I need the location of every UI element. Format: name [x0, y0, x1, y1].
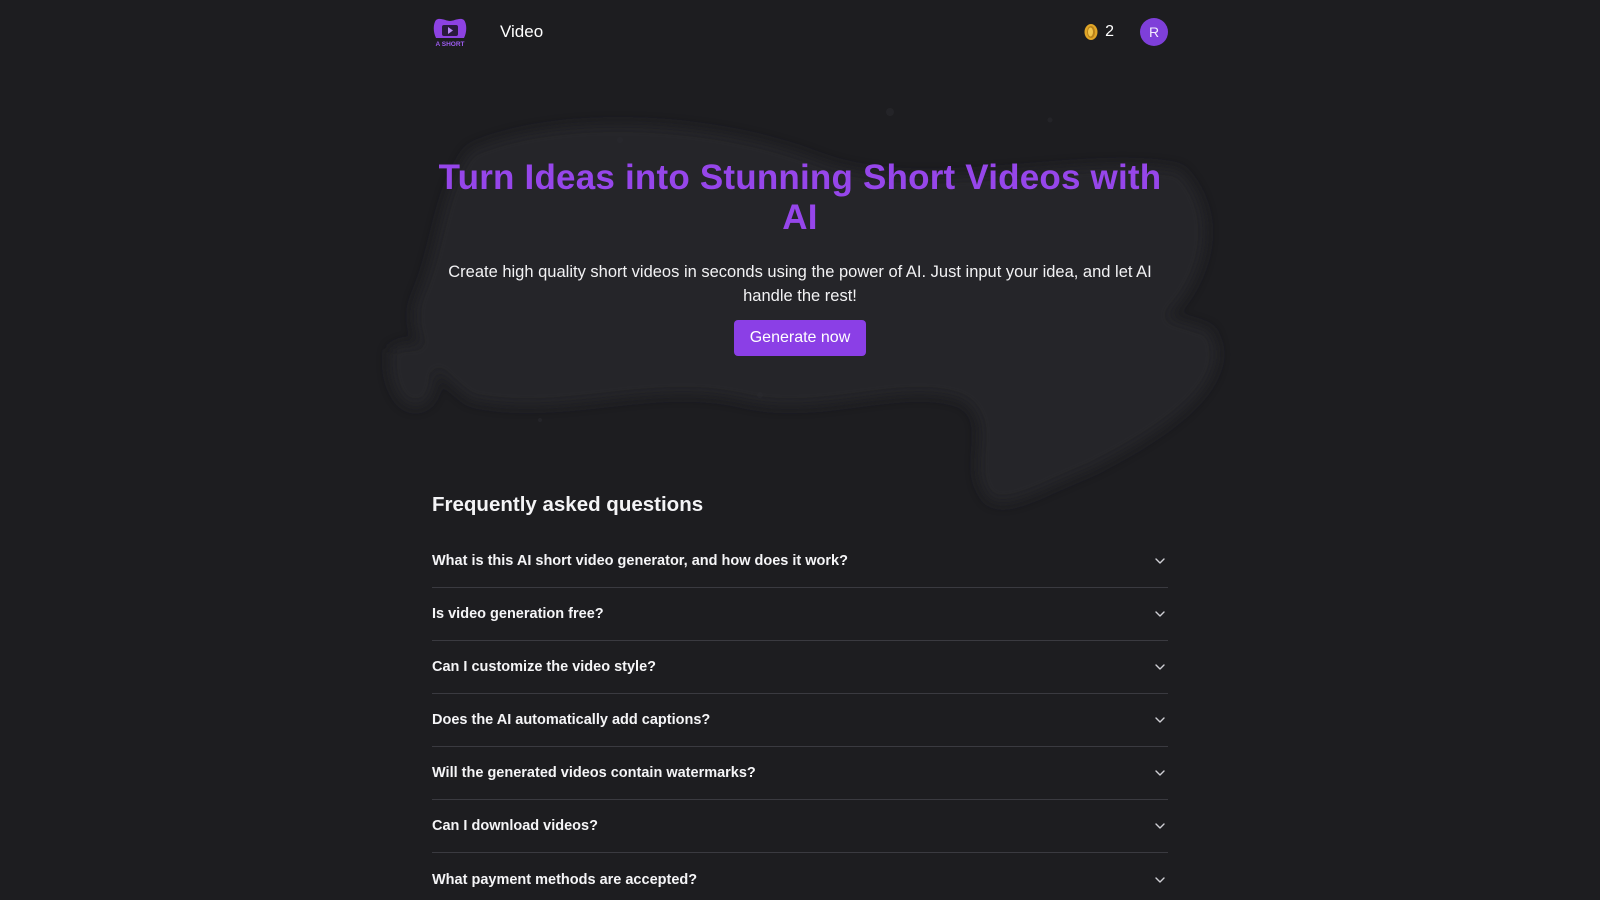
logo-text: A SHORT: [435, 41, 464, 48]
chevron-down-icon[interactable]: [1154, 820, 1166, 832]
coin-balance[interactable]: 2: [1083, 23, 1114, 41]
faq-question: Is video generation free?: [432, 606, 604, 622]
hero-subtitle: Create high quality short videos in seco…: [448, 263, 1152, 305]
top-header: A SHORT Video 2 R: [432, 16, 1168, 48]
faq-question: What is this AI short video generator, a…: [432, 553, 848, 569]
faq-question: Will the generated videos contain waterm…: [432, 765, 756, 781]
faq-item[interactable]: Does the AI automatically add captions?: [432, 694, 1168, 747]
chevron-down-icon[interactable]: [1154, 608, 1166, 620]
chevron-down-icon[interactable]: [1154, 767, 1166, 779]
page: A SHORT Video 2 R Turn Ideas into Stunni…: [0, 0, 1600, 900]
chevron-down-icon[interactable]: [1154, 874, 1166, 886]
faq-item[interactable]: What is this AI short video generator, a…: [432, 535, 1168, 588]
faq-item[interactable]: Is video generation free?: [432, 588, 1168, 641]
chevron-down-icon[interactable]: [1154, 714, 1166, 726]
chevron-down-icon[interactable]: [1154, 555, 1166, 567]
chevron-down-icon[interactable]: [1154, 661, 1166, 673]
coin-count: 2: [1105, 23, 1114, 40]
generate-now-button[interactable]: Generate now: [733, 320, 867, 356]
faq-list: What is this AI short video generator, a…: [432, 535, 1168, 900]
coin-icon: [1084, 24, 1098, 40]
nav-video-link[interactable]: Video: [500, 22, 543, 42]
header-left: A SHORT Video: [432, 16, 543, 48]
header-right: 2 R: [1083, 18, 1168, 46]
faq-question: Can I download videos?: [432, 818, 598, 834]
faq-item[interactable]: Can I download videos?: [432, 800, 1168, 853]
faq-item[interactable]: What payment methods are accepted?: [432, 853, 1168, 900]
faq-heading: Frequently asked questions: [432, 493, 704, 516]
faq-question: Can I customize the video style?: [432, 659, 656, 675]
user-avatar[interactable]: R: [1140, 18, 1168, 46]
faq-section: Frequently asked questions What is this …: [432, 493, 1168, 900]
faq-question: Does the AI automatically add captions?: [432, 712, 711, 728]
faq-item[interactable]: Will the generated videos contain waterm…: [432, 747, 1168, 800]
hero-section: Turn Ideas into Stunning Short Videos wi…: [432, 158, 1168, 356]
a-short-logo-icon[interactable]: A SHORT: [432, 16, 468, 48]
hero-title: Turn Ideas into Stunning Short Videos wi…: [438, 158, 1162, 237]
faq-question: What payment methods are accepted?: [432, 871, 698, 888]
faq-item[interactable]: Can I customize the video style?: [432, 641, 1168, 694]
